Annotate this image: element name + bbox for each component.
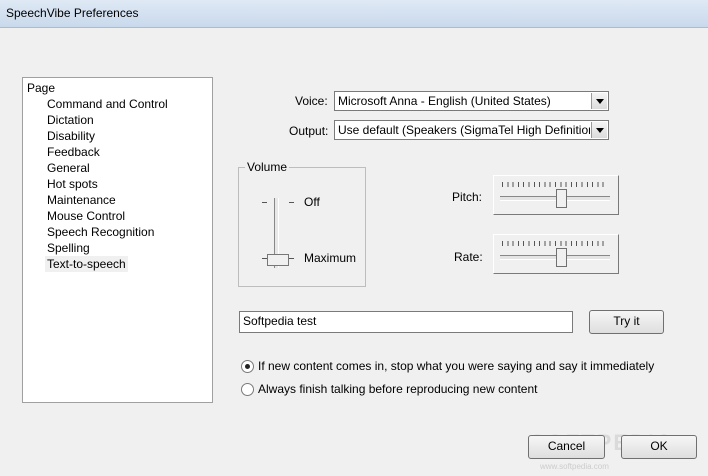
output-label: Output:	[289, 124, 329, 138]
voice-select-value: Microsoft Anna - English (United States)	[338, 94, 551, 108]
output-select-value: Use default (Speakers (SigmaTel High Def…	[338, 123, 590, 137]
volume-max-label: Maximum	[304, 251, 357, 265]
tree-root-page[interactable]: Page	[27, 81, 55, 95]
cancel-button[interactable]: Cancel	[528, 435, 605, 459]
title-bar: SpeechVibe Preferences	[0, 0, 708, 28]
rate-slider[interactable]	[493, 234, 619, 274]
softpedia-watermark-url: www.softpedia.com	[540, 462, 609, 471]
voice-chevron-down-icon[interactable]	[591, 93, 607, 109]
tree-item-command-and-control[interactable]: Command and Control	[45, 96, 170, 112]
output-select[interactable]: Use default (Speakers (SigmaTel High Def…	[334, 120, 609, 140]
volume-off-label: Off	[304, 195, 320, 209]
tree-item-speech-recognition[interactable]: Speech Recognition	[45, 224, 156, 240]
test-text-input[interactable]	[240, 312, 566, 330]
finish-radio[interactable]	[241, 383, 254, 396]
volume-tick-top-right	[289, 202, 294, 203]
tree-item-disability[interactable]: Disability	[45, 128, 97, 144]
window-title: SpeechVibe Preferences	[6, 6, 139, 20]
tree-item-hot-spots[interactable]: Hot spots	[45, 176, 100, 192]
rate-slider-thumb[interactable]	[555, 248, 567, 267]
volume-tick-bottom-right	[289, 258, 294, 259]
volume-group: Volume Off Maximum	[238, 160, 366, 287]
rate-label: Rate:	[454, 250, 483, 264]
ok-button[interactable]: OK	[621, 435, 697, 459]
interrupt-radio-label[interactable]: If new content comes in, stop what you w…	[258, 359, 654, 373]
pitch-slider[interactable]	[493, 175, 619, 215]
voice-label: Voice:	[295, 94, 328, 108]
pitch-slider-thumb[interactable]	[555, 189, 567, 208]
pitch-label: Pitch:	[452, 190, 483, 204]
tree-item-maintenance[interactable]: Maintenance	[45, 192, 118, 208]
tree-item-feedback[interactable]: Feedback	[45, 144, 102, 160]
volume-legend: Volume	[245, 160, 290, 174]
tree-item-spelling[interactable]: Spelling	[45, 240, 92, 256]
voice-select[interactable]: Microsoft Anna - English (United States)	[334, 91, 609, 111]
pitch-ticks	[502, 182, 608, 187]
rate-ticks	[502, 241, 608, 246]
finish-radio-label[interactable]: Always finish talking before reproducing…	[258, 382, 538, 396]
page-tree[interactable]: Page Command and Control Dictation Disab…	[22, 77, 213, 403]
tree-item-dictation[interactable]: Dictation	[45, 112, 96, 128]
tree-item-text-to-speech[interactable]: Text-to-speech	[45, 256, 128, 272]
interrupt-radio[interactable]	[241, 360, 254, 373]
test-text-field[interactable]	[239, 311, 573, 333]
volume-tick-bottom-left	[262, 258, 267, 259]
volume-tick-top-left	[262, 202, 267, 203]
volume-slider-thumb[interactable]	[267, 254, 289, 266]
tree-item-general[interactable]: General	[45, 160, 92, 176]
tree-item-mouse-control[interactable]: Mouse Control	[45, 208, 127, 224]
output-chevron-down-icon[interactable]	[591, 122, 607, 138]
try-it-button[interactable]: Try it	[589, 310, 664, 334]
